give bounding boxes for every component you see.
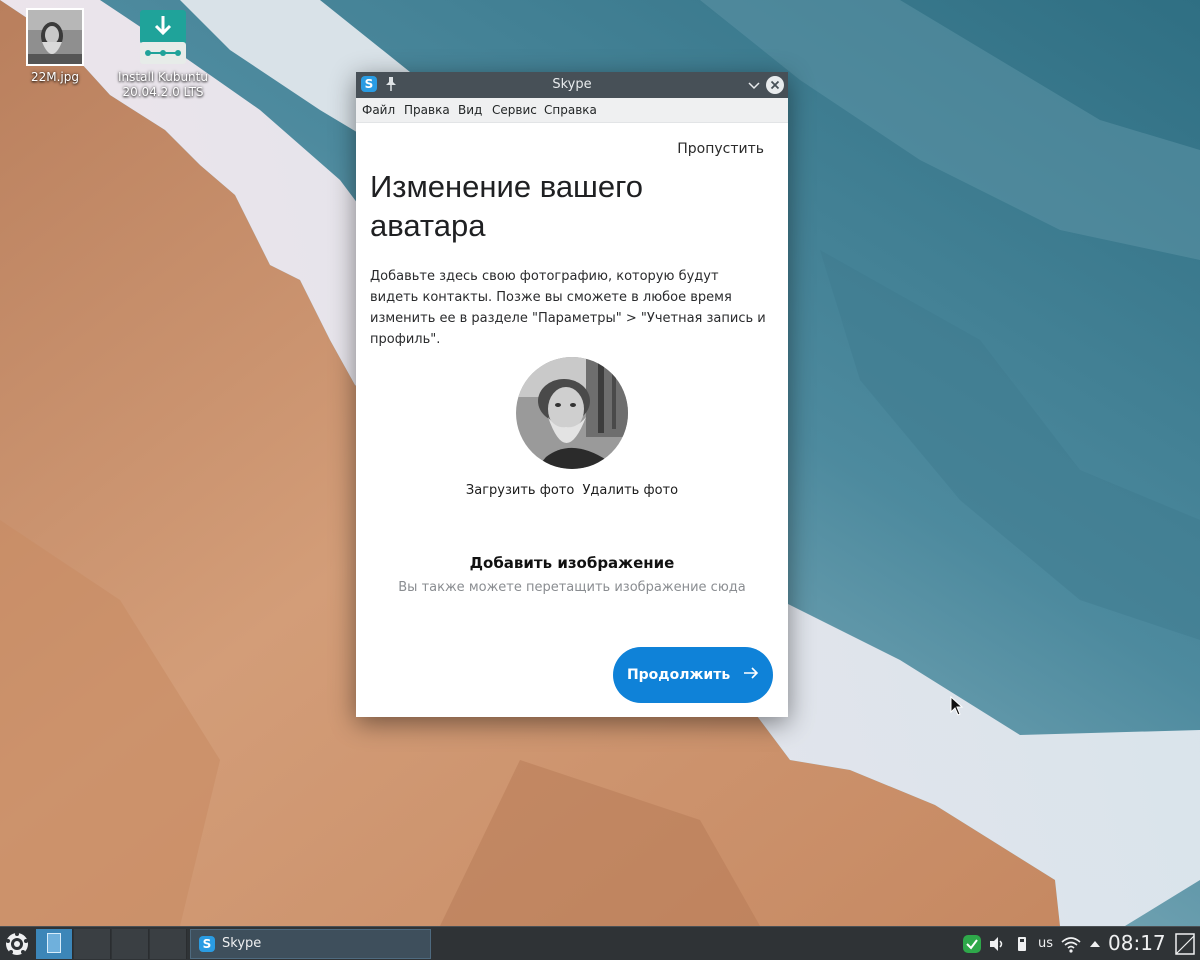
skype-icon: S <box>199 936 215 952</box>
avatar[interactable] <box>516 357 628 469</box>
desktop-icon-image[interactable]: 22M.jpg <box>0 8 110 85</box>
window-titlebar[interactable]: S Skype <box>356 72 788 98</box>
virtual-desktop-3[interactable] <box>112 929 149 959</box>
pager-window-thumbnail <box>47 933 61 953</box>
remove-photo-link[interactable]: Удалить фото <box>580 483 680 498</box>
avatar-setup-panel: Пропустить Изменение вашего аватара Доба… <box>356 123 788 717</box>
close-icon[interactable] <box>766 76 784 94</box>
continue-button[interactable]: Продолжить <box>613 647 773 703</box>
menu-view[interactable]: Вид <box>458 98 482 122</box>
image-thumbnail-icon <box>26 8 84 66</box>
menu-help[interactable]: Справка <box>544 98 597 122</box>
menu-file[interactable]: Файл <box>362 98 395 122</box>
skype-window: S Skype Файл Правка Вид Сервис Справка П… <box>356 72 788 717</box>
virtual-desktop-2[interactable] <box>74 929 111 959</box>
add-image-title[interactable]: Добавить изображение <box>356 553 788 573</box>
menu-tools[interactable]: Сервис <box>492 98 537 122</box>
window-title: Skype <box>552 77 592 92</box>
desktop-icon-label: Install Kubuntu 20.04.2.0 LTS <box>118 70 208 99</box>
desktop-icon-installer[interactable]: Install Kubuntu 20.04.2.0 LTS <box>108 8 218 100</box>
continue-label: Продолжить <box>626 667 731 683</box>
wifi-icon[interactable] <box>1060 932 1082 956</box>
keyboard-layout-indicator[interactable]: us <box>1038 932 1053 956</box>
taskbar: S Skype us 08:17 <box>0 926 1200 960</box>
taskbar-item-skype[interactable]: S Skype <box>190 929 431 959</box>
menubar: Файл Правка Вид Сервис Справка <box>356 98 788 123</box>
volume-icon[interactable] <box>988 932 1006 956</box>
desktop-icon-label: 22M.jpg <box>30 70 79 84</box>
minimize-icon[interactable] <box>746 77 762 93</box>
removable-device-icon[interactable] <box>1014 932 1030 956</box>
page-description: Добавьте здесь свою фотографию, которую … <box>370 269 766 347</box>
arrow-right-icon <box>743 647 759 703</box>
taskbar-item-label: Skype <box>222 936 262 951</box>
mouse-cursor-icon <box>950 696 964 716</box>
application-launcher-icon[interactable] <box>2 929 32 959</box>
chevron-up-icon[interactable] <box>1088 932 1102 956</box>
drop-hint: Вы также можете перетащить изображение с… <box>398 580 746 595</box>
page-title: Изменение вашего аватара <box>370 169 644 243</box>
download-installer-icon <box>134 8 192 66</box>
skip-link[interactable]: Пропустить <box>677 140 764 158</box>
skype-status-icon[interactable] <box>962 932 982 956</box>
clock[interactable]: 08:17 <box>1108 930 1166 955</box>
virtual-desktop-1[interactable] <box>36 929 73 959</box>
photo-actions: Загрузить фото Удалить фото <box>356 482 788 500</box>
upload-photo-link[interactable]: Загрузить фото <box>464 483 576 498</box>
virtual-desktop-4[interactable] <box>150 929 187 959</box>
menu-edit[interactable]: Правка <box>404 98 450 122</box>
show-desktop-icon[interactable] <box>1174 932 1196 956</box>
